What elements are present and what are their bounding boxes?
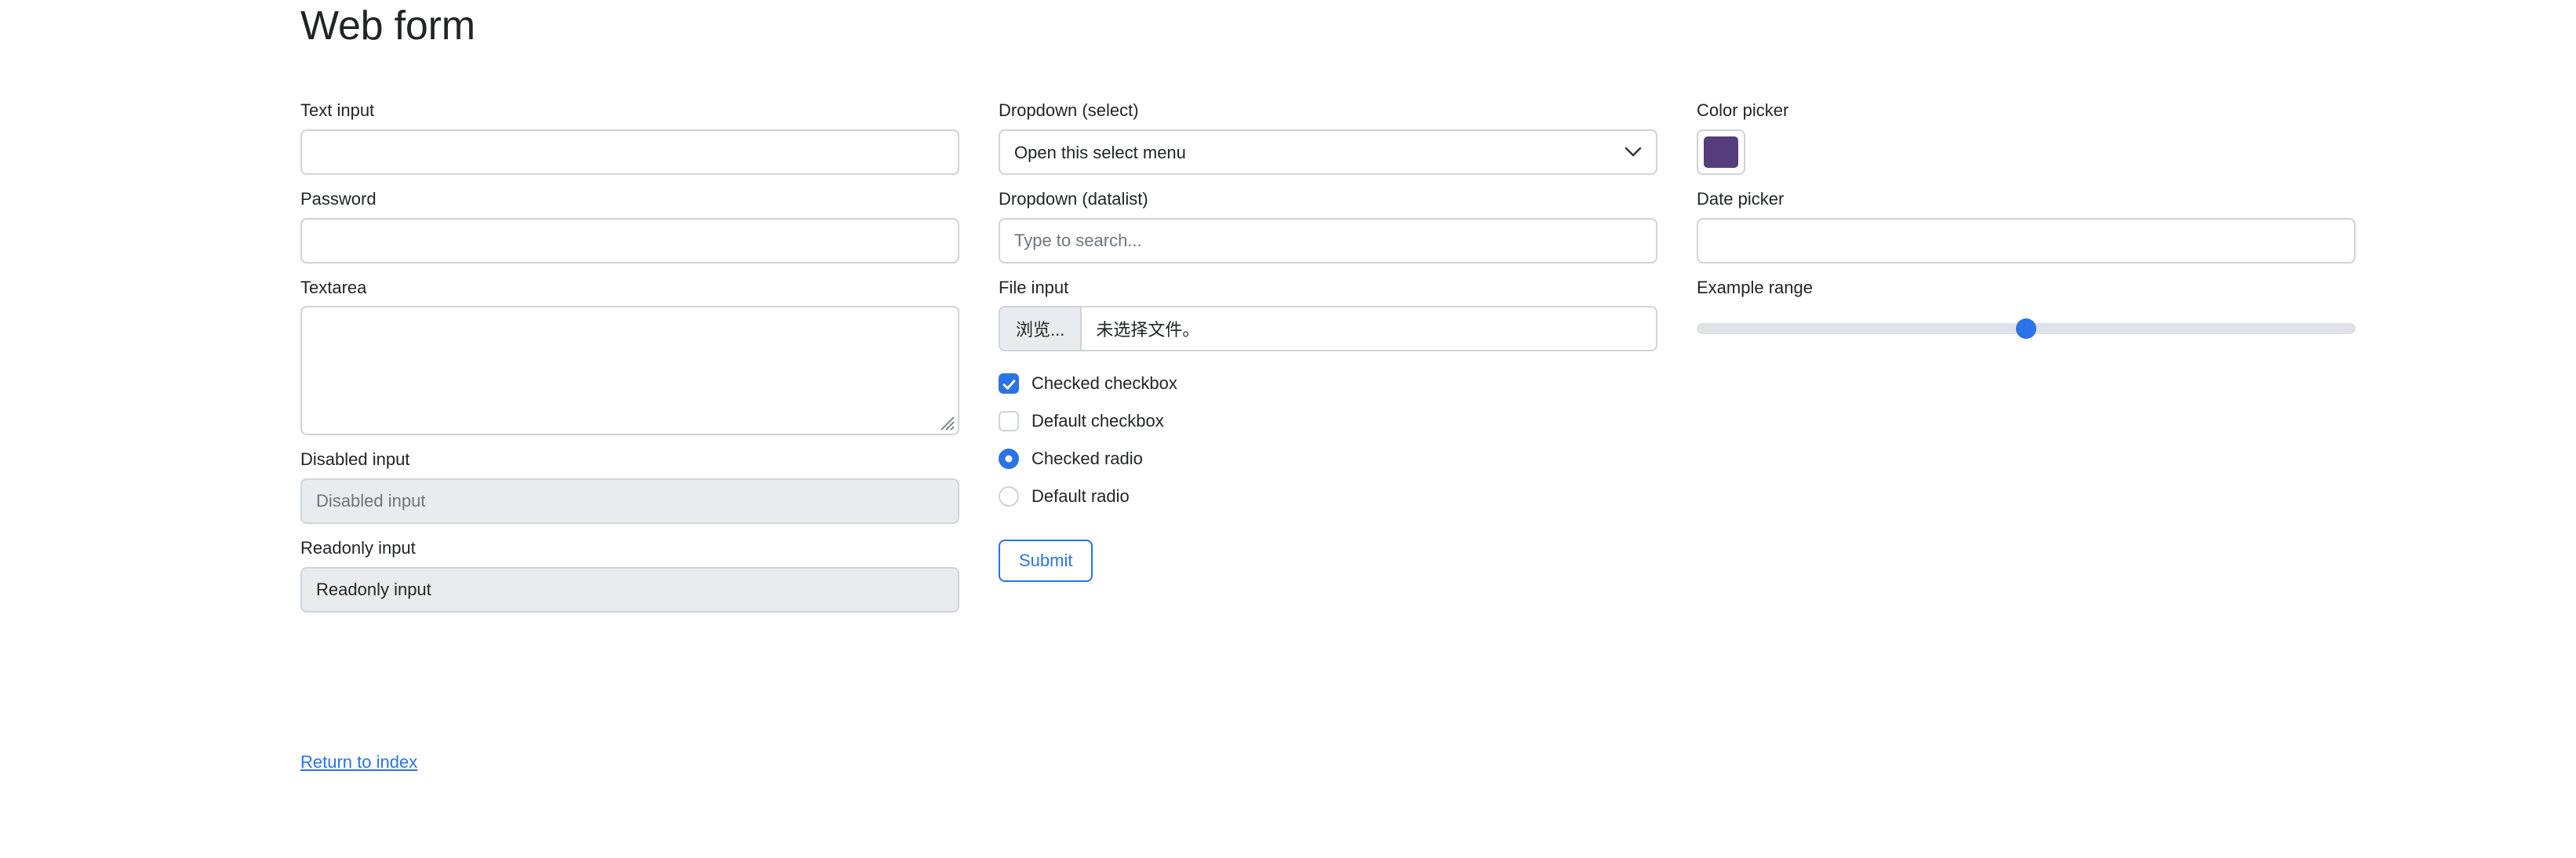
password-label: Password	[300, 188, 377, 209]
column-left: Text input Password Textarea Disabled in…	[300, 99, 959, 625]
file-input-control[interactable]: 浏览... 未选择文件。	[999, 306, 1657, 352]
field-date-picker: Date picker	[1697, 187, 2356, 264]
page-title: Web form	[300, 3, 475, 49]
field-disabled-input: Disabled input	[300, 448, 959, 525]
radio-unchecked-icon[interactable]	[999, 486, 1019, 507]
checkbox-default-label: Default checkbox	[1031, 411, 1164, 431]
range-label: Example range	[1697, 277, 1813, 297]
password-input[interactable]	[300, 217, 959, 264]
textarea-input[interactable]	[300, 306, 959, 436]
color-picker-input[interactable]	[1697, 129, 1745, 175]
file-browse-button[interactable]: 浏览...	[1000, 307, 1082, 351]
checkbox-checked-label: Checked checkbox	[1031, 373, 1177, 394]
check-row-checked-radio[interactable]: Checked radio	[999, 444, 1657, 474]
field-textarea: Textarea	[300, 276, 959, 436]
select-wrapper: Open this select menu	[999, 129, 1657, 175]
checkbox-unchecked-icon[interactable]	[999, 411, 1019, 432]
field-select: Dropdown (select) Open this select menu	[999, 99, 1657, 175]
date-picker-input[interactable]	[1697, 217, 2356, 264]
color-swatch	[1704, 136, 1738, 168]
disabled-input	[300, 478, 959, 525]
field-file-input: File input 浏览... 未选择文件。	[999, 276, 1657, 352]
field-text-input: Text input	[300, 99, 959, 175]
select-label: Dropdown (select)	[999, 100, 1139, 120]
return-to-index-link[interactable]: Return to index	[300, 752, 417, 773]
check-row-checked-checkbox[interactable]: Checked checkbox	[999, 369, 1657, 398]
file-status-text: 未选择文件。	[1096, 320, 1200, 340]
radio-default-label: Default radio	[1031, 486, 1130, 507]
check-row-default-checkbox[interactable]: Default checkbox	[999, 406, 1657, 436]
radio-checked-icon[interactable]	[999, 449, 1019, 470]
checkbox-checked-icon[interactable]	[999, 373, 1019, 394]
file-input-label: File input	[999, 277, 1069, 297]
column-right: Color picker Date picker Example range	[1697, 99, 2356, 625]
disabled-input-label: Disabled input	[300, 449, 410, 470]
textarea-label: Textarea	[300, 277, 367, 297]
submit-button[interactable]: Submit	[999, 540, 1093, 583]
field-password: Password	[300, 187, 959, 264]
readonly-input[interactable]	[300, 566, 959, 613]
textarea-wrapper	[300, 306, 959, 436]
range-thumb[interactable]	[2016, 318, 2036, 340]
field-readonly-input: Readonly input	[300, 536, 959, 613]
datalist-label: Dropdown (datalist)	[999, 188, 1148, 209]
check-group: Checked checkbox Default checkbox Checke…	[999, 369, 1657, 511]
field-color-picker: Color picker	[1697, 99, 2356, 175]
text-input[interactable]	[300, 129, 959, 175]
field-range: Example range	[1697, 276, 2356, 352]
column-middle: Dropdown (select) Open this select menu …	[999, 99, 1657, 625]
color-picker-label: Color picker	[1697, 100, 1789, 120]
readonly-input-label: Readonly input	[300, 538, 416, 558]
field-datalist: Dropdown (datalist)	[999, 187, 1657, 264]
range-slider[interactable]	[1697, 306, 2356, 351]
select-dropdown[interactable]: Open this select menu	[999, 129, 1657, 175]
radio-checked-label: Checked radio	[1031, 449, 1143, 469]
form-columns: Text input Password Textarea Disabled in…	[300, 99, 2575, 625]
check-row-default-radio[interactable]: Default radio	[999, 482, 1657, 511]
text-input-label: Text input	[300, 100, 375, 120]
date-picker-label: Date picker	[1697, 188, 1785, 209]
datalist-input[interactable]	[999, 217, 1657, 264]
